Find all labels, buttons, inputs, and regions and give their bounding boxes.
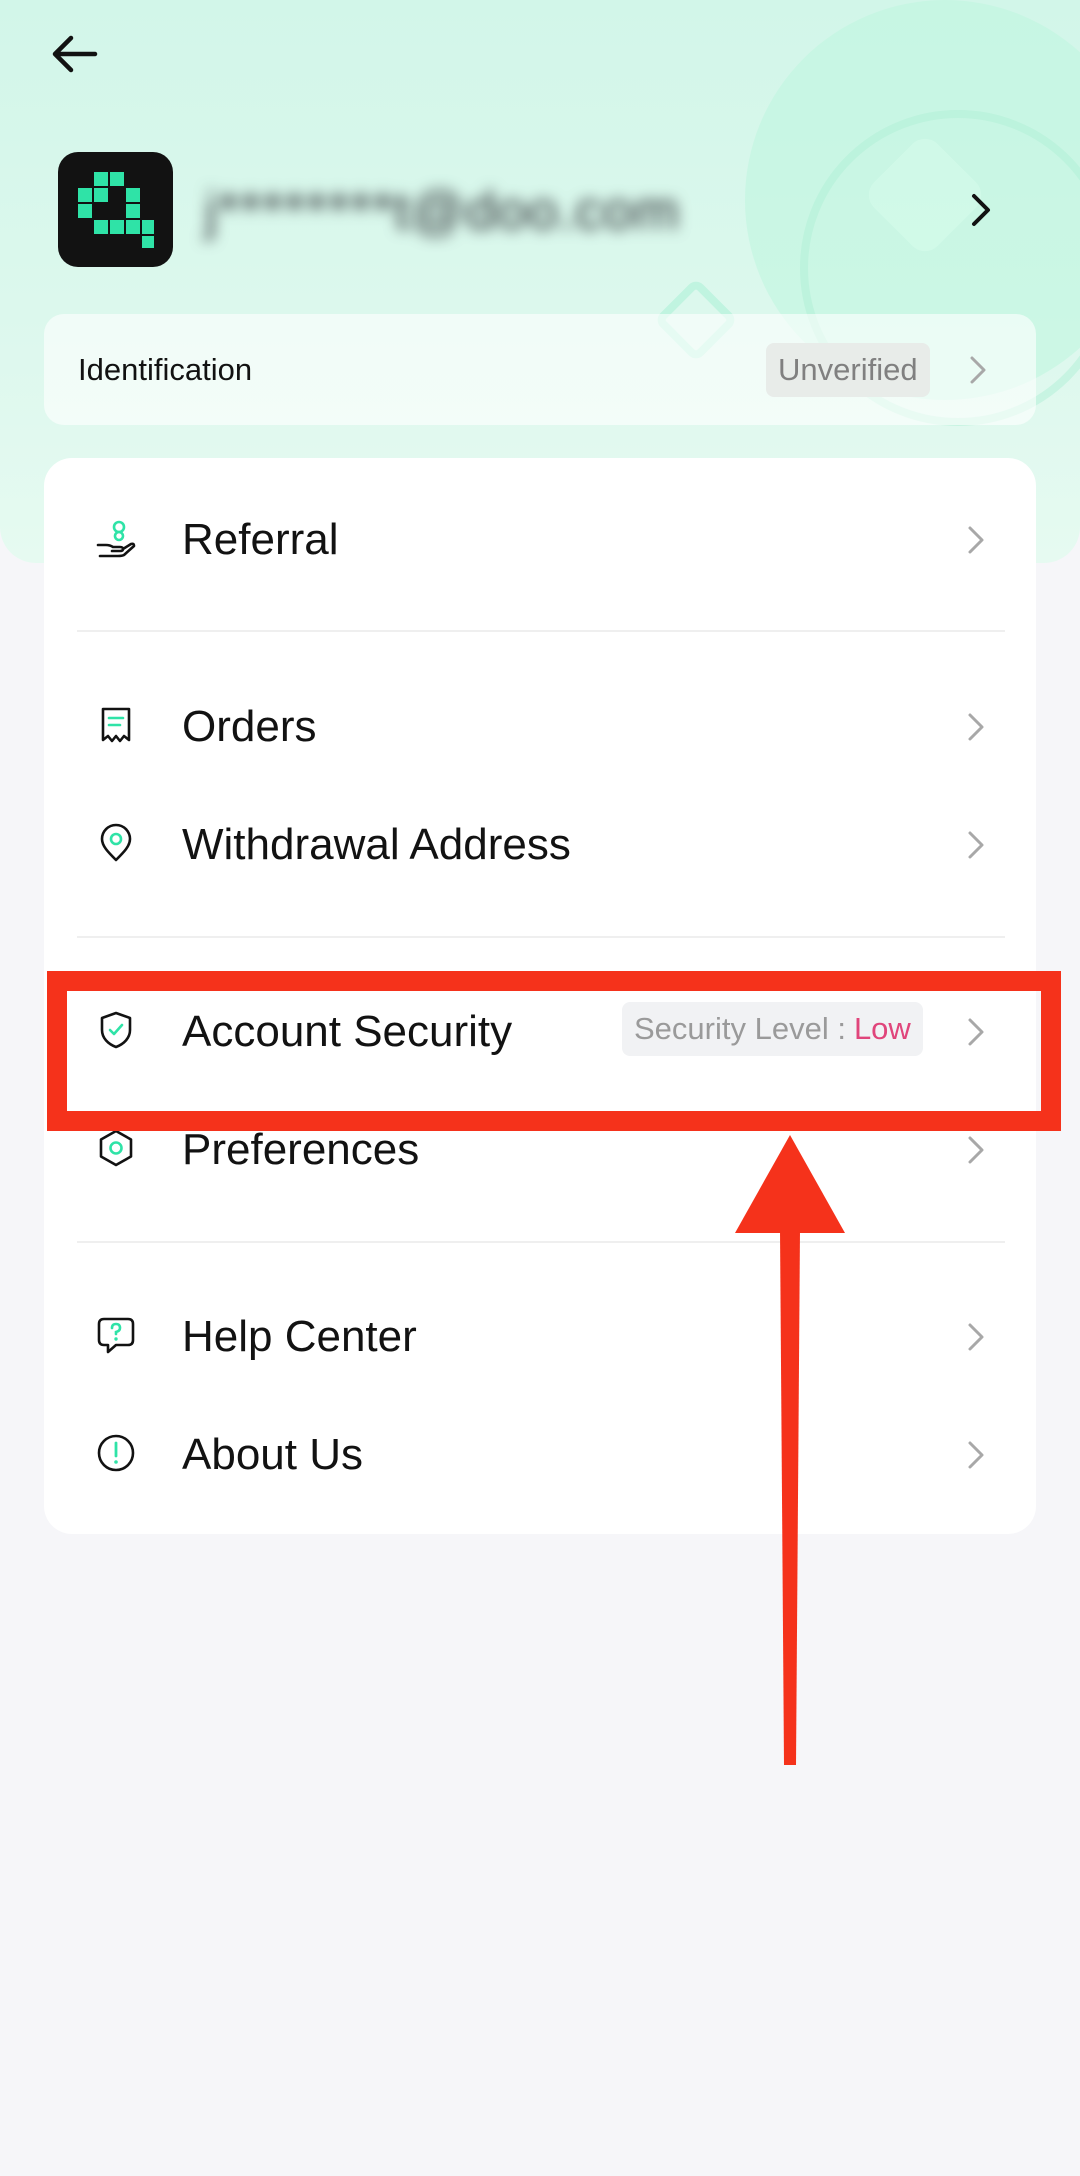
menu-label: Orders [182, 702, 317, 751]
chevron-right-icon [968, 1441, 984, 1469]
help-chat-icon [97, 1317, 135, 1354]
verification-status-badge: Unverified [766, 343, 930, 397]
divider [77, 936, 1005, 938]
chevron-right-icon [968, 1323, 984, 1351]
chevron-right-icon [968, 526, 984, 554]
back-button[interactable] [44, 26, 104, 82]
settings-hexagon-icon [99, 1129, 133, 1167]
identification-label: Identification [78, 352, 253, 387]
info-circle-icon [97, 1434, 135, 1472]
annotation-arrow-icon [735, 1135, 845, 1765]
exchange-logo-icon [78, 172, 154, 248]
menu-label: Withdrawal Address [182, 820, 571, 869]
menu-item-help-center[interactable]: Help Center [44, 1276, 1036, 1394]
menu-label: Help Center [182, 1312, 417, 1361]
identification-row[interactable]: Identification Unverified [44, 314, 1036, 425]
menu-label: Referral [182, 515, 339, 564]
menu-item-about-us[interactable]: About Us [44, 1394, 1036, 1512]
divider [77, 1241, 1005, 1243]
chevron-right-icon [970, 356, 986, 384]
menu-item-referral[interactable]: Referral [44, 479, 1036, 597]
avatar[interactable] [58, 152, 173, 267]
highlight-annotation-box [47, 971, 1061, 1131]
chevron-right-icon [968, 1136, 984, 1164]
orders-receipt-icon [101, 707, 131, 743]
menu-label: Preferences [182, 1125, 420, 1174]
referral-hand-icon [96, 520, 136, 558]
menu-item-orders[interactable]: Orders [44, 666, 1036, 784]
chevron-right-icon [968, 831, 984, 859]
menu-item-withdrawal-address[interactable]: Withdrawal Address [44, 784, 1036, 902]
menu-label: About Us [182, 1430, 363, 1479]
chevron-right-icon[interactable] [966, 190, 996, 230]
account-email[interactable]: j********t@doo.com [205, 180, 680, 242]
back-arrow-icon [52, 35, 98, 73]
chevron-right-icon [968, 713, 984, 741]
location-pin-icon [100, 823, 132, 862]
divider [77, 630, 1005, 632]
